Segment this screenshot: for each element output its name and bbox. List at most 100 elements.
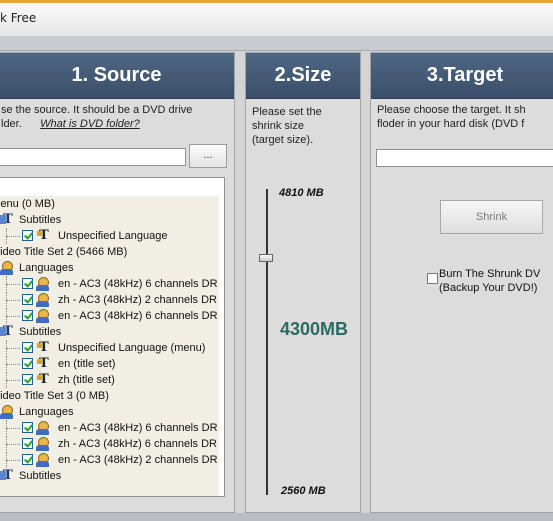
- language-icon: [36, 437, 50, 451]
- language-icon: [36, 293, 50, 307]
- tree-label: en (title set): [58, 358, 116, 370]
- language-icon: [36, 453, 50, 467]
- tree-row[interactable]: zh - AC3 (48kHz) 6 channels DR: [0, 436, 219, 452]
- size-slider-track[interactable]: [266, 189, 268, 495]
- tree-connector: [6, 372, 7, 388]
- title-bar: k Free: [0, 0, 553, 36]
- tree-row[interactable]: zh - AC3 (48kHz) 2 channels DR: [0, 292, 219, 308]
- tree-connector: [6, 276, 7, 292]
- tree-checkbox[interactable]: [22, 374, 33, 385]
- tree-connector: [6, 444, 20, 445]
- source-header: 1. Source: [0, 53, 234, 99]
- tree-label: en - AC3 (48kHz) 6 channels DR: [58, 422, 218, 434]
- tree-label: zh - AC3 (48kHz) 6 channels DR: [58, 438, 217, 450]
- tree-label: Unspecified Language: [58, 230, 168, 242]
- target-path-input[interactable]: [376, 149, 553, 167]
- tree-label: en - AC3 (48kHz) 6 channels DR: [58, 278, 218, 290]
- target-panel: 3.Target Please choose the target. It sh…: [370, 52, 553, 513]
- tree-row[interactable]: zh (title set): [0, 372, 219, 388]
- text-icon: [37, 341, 53, 355]
- tree-row[interactable]: Subtitles: [0, 324, 219, 340]
- tree-label: lenu (0 MB): [0, 198, 55, 210]
- tree-connector: [6, 236, 20, 237]
- tree-checkbox[interactable]: [22, 294, 33, 305]
- tree-connector: [6, 300, 20, 301]
- size-current-value: 4300MB: [280, 319, 349, 339]
- text-icon: [37, 229, 53, 243]
- language-icon: [36, 277, 50, 291]
- language-icon: [0, 261, 14, 275]
- tree-row[interactable]: en - AC3 (48kHz) 6 channels DR: [0, 420, 219, 436]
- tree-label: en - AC3 (48kHz) 2 channels DR: [58, 454, 218, 466]
- tree-checkbox[interactable]: [22, 310, 33, 321]
- tree-label: Subtitles: [19, 214, 62, 226]
- tree-label: 'ideo Title Set 2 (5466 MB): [0, 246, 128, 258]
- text-icon: [37, 357, 53, 371]
- tree-label: Languages: [19, 262, 74, 274]
- tree-connector: [6, 348, 20, 349]
- tree-connector: [6, 460, 20, 461]
- status-strip: [0, 513, 553, 521]
- language-icon: [36, 309, 50, 323]
- burn-label: Burn The Shrunk DV (Backup Your DVD!): [439, 267, 540, 295]
- tree-connector: [6, 292, 7, 308]
- size-desc-line3: (target size).: [252, 134, 314, 146]
- tree-connector: [6, 420, 7, 436]
- size-description: Please set the shrink size (target size)…: [252, 105, 322, 147]
- source-panel: 1. Source se the source. It should be a …: [0, 52, 235, 513]
- language-icon: [0, 405, 14, 419]
- subtitles-icon: [0, 212, 14, 228]
- tree-checkbox[interactable]: [22, 230, 33, 241]
- tree-checkbox[interactable]: [22, 278, 33, 289]
- tree-row[interactable]: Languages: [0, 404, 219, 420]
- tree-checkbox[interactable]: [22, 422, 33, 433]
- tree-checkbox[interactable]: [22, 454, 33, 465]
- target-desc-line2: floder in your hard disk (DVD f: [377, 118, 525, 130]
- tree-row[interactable]: Unspecified Language (menu): [0, 340, 219, 356]
- tree-row[interactable]: en - AC3 (48kHz) 6 channels DR: [0, 308, 219, 324]
- burn-label-line2: (Backup Your DVD!): [439, 282, 538, 294]
- tree-checkbox[interactable]: [22, 358, 33, 369]
- tree-row[interactable]: 'ideo Title Set 3 (0 MB): [0, 388, 219, 404]
- tree-label: Unspecified Language (menu): [58, 342, 206, 354]
- tree-row[interactable]: Subtitles: [0, 212, 219, 228]
- size-slider-thumb[interactable]: [259, 254, 273, 263]
- tree-checkbox[interactable]: [22, 438, 33, 449]
- tree-label: zh (title set): [58, 374, 115, 386]
- size-min-label: 2560 MB: [281, 485, 326, 497]
- tree-checkbox[interactable]: [22, 342, 33, 353]
- tree-label: Languages: [19, 406, 74, 418]
- size-header: 2.Size: [246, 53, 360, 99]
- tree-row[interactable]: Unspecified Language: [0, 228, 219, 244]
- tree-connector: [6, 452, 7, 468]
- tree-row[interactable]: Languages: [0, 260, 219, 276]
- tree-content: lenu (0 MB) Subtitles Unspecified Language…: [0, 196, 219, 496]
- browse-source-button[interactable]: ...: [189, 144, 227, 168]
- source-tree[interactable]: lenu (0 MB) Subtitles Unspecified Language…: [0, 177, 225, 497]
- tree-row[interactable]: 'ideo Title Set 2 (5466 MB): [0, 244, 219, 260]
- tree-row[interactable]: lenu (0 MB): [0, 196, 219, 212]
- tree-label: en - AC3 (48kHz) 6 channels DR: [58, 310, 218, 322]
- target-header: 3.Target: [371, 53, 553, 99]
- what-is-dvd-folder-link[interactable]: What is DVD folder?: [40, 118, 140, 130]
- source-desc-line2: lder.: [1, 118, 22, 130]
- tree-connector: [6, 356, 7, 372]
- tree-label: 'ideo Title Set 3 (0 MB): [0, 390, 109, 402]
- tree-connector: [6, 228, 7, 244]
- tree-connector: [6, 428, 20, 429]
- source-desc-line1: se the source. It should be a DVD drive: [1, 104, 193, 116]
- tree-connector: [6, 284, 20, 285]
- tree-row[interactable]: en (title set): [0, 356, 219, 372]
- burn-checkbox[interactable]: [427, 273, 438, 284]
- tree-row[interactable]: en - AC3 (48kHz) 6 channels DR: [0, 276, 219, 292]
- size-max-label: 4810 MB: [279, 187, 324, 199]
- window-title: k Free: [0, 11, 37, 25]
- target-description: Please choose the target. It sh floder i…: [377, 103, 526, 131]
- source-description: se the source. It should be a DVD drive …: [1, 103, 192, 131]
- tree-row[interactable]: Subtitles: [0, 468, 219, 484]
- tree-row[interactable]: en - AC3 (48kHz) 2 channels DR: [0, 452, 219, 468]
- shrink-button[interactable]: Shrink: [440, 200, 543, 234]
- target-desc-line1: Please choose the target. It sh: [377, 104, 526, 116]
- size-desc-line1: Please set the: [252, 106, 322, 118]
- source-path-input[interactable]: [0, 148, 186, 166]
